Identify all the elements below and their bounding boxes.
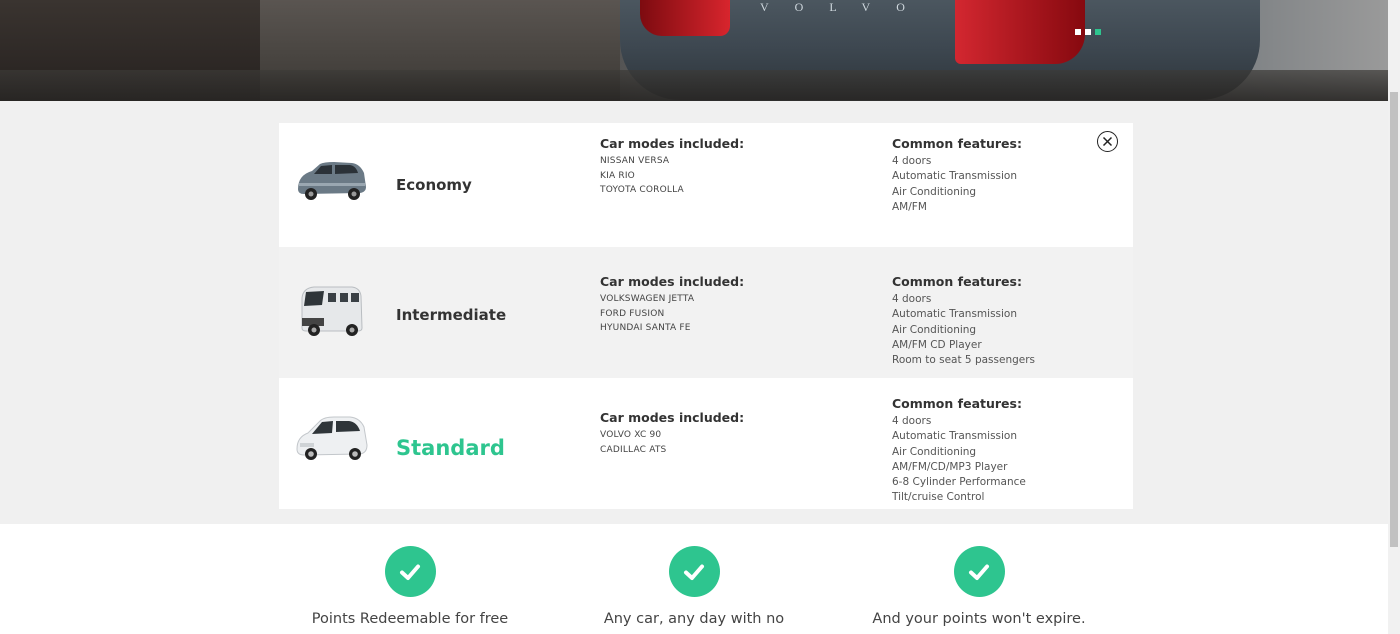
feature-item: Automatic Transmission — [892, 308, 1018, 321]
features-list-standard: Common features: 4 doors Automatic Trans… — [892, 396, 1026, 506]
models-list-standard: Car modes included: VOLVO XC 90 CADILLAC… — [600, 410, 744, 457]
features-list-economy: Common features: 4 doors Automatic Trans… — [892, 136, 1022, 215]
category-name-economy[interactable]: Economy — [396, 176, 472, 194]
models-heading: Car modes included: — [600, 410, 745, 425]
feature-item: 6-8 Cylinder Performance — [892, 476, 1026, 489]
benefit-text: And your points won't expire. — [872, 611, 1086, 627]
check-icon — [953, 546, 1005, 597]
category-row-standard[interactable]: Standard Car modes included: VOLVO XC 90… — [279, 378, 1133, 509]
category-row-intermediate[interactable]: Intermediate Car modes included: VOLKSWA… — [279, 247, 1133, 378]
feature-item: AM/FM — [892, 200, 927, 213]
features-heading: Common features: — [892, 136, 1022, 151]
hero-taillight-right — [955, 0, 1085, 64]
feature-item: Air Conditioning — [892, 323, 977, 336]
scrollbar-thumb[interactable] — [1390, 92, 1398, 547]
feature-item: AM/FM/CD/MP3 Player — [892, 460, 1008, 473]
page-scrollbar[interactable] — [1388, 0, 1400, 634]
benefit-item: And your points won't expire. — [834, 546, 1124, 627]
feature-item: Air Conditioning — [892, 185, 977, 198]
feature-item: 4 doors — [892, 415, 932, 427]
model-item: NISSAN VERSA — [600, 156, 670, 166]
hero-car-brand: VOLVO — [760, 0, 931, 14]
slider-dot-2[interactable] — [1085, 29, 1091, 35]
slider-dot-1[interactable] — [1075, 29, 1081, 35]
slider-dots — [1075, 29, 1101, 35]
close-button[interactable] — [1097, 131, 1118, 152]
features-list-intermediate: Common features: 4 doors Automatic Trans… — [892, 274, 1035, 368]
slider-dot-3[interactable] — [1095, 29, 1101, 35]
model-item: VOLKSWAGEN JETTA — [600, 294, 695, 304]
benefit-item: Any car, any day with no — [549, 546, 839, 627]
hero-taillight-left — [640, 0, 730, 36]
model-item: FORD FUSION — [600, 308, 665, 319]
model-item: CADILLAC ATS — [600, 444, 667, 455]
category-name-standard[interactable]: Standard — [396, 436, 505, 460]
economy-car-image — [298, 162, 366, 200]
models-list-intermediate: Car modes included: VOLKSWAGEN JETTA FOR… — [600, 274, 744, 336]
benefit-text: Points Redeemable for free — [311, 611, 509, 627]
category-name-intermediate[interactable]: Intermediate — [396, 306, 506, 324]
standard-car-image — [296, 416, 368, 460]
feature-item: Automatic Transmission — [892, 170, 1018, 183]
model-item: KIA RIO — [600, 170, 635, 181]
close-icon — [1102, 136, 1113, 147]
feature-item: 4 doors — [892, 155, 932, 167]
feature-item: Room to seat 5 passengers — [892, 354, 1036, 367]
hero-ground — [0, 70, 1388, 101]
check-icon — [384, 546, 436, 597]
feature-item: Air Conditioning — [892, 445, 977, 458]
model-item: HYUNDAI SANTA FE — [600, 323, 691, 334]
category-row-economy[interactable]: Economy Car modes included: NISSAN VERSA… — [279, 123, 1133, 247]
model-item: VOLVO XC 90 — [600, 430, 662, 440]
feature-item: AM/FM CD Player — [892, 338, 982, 351]
models-heading: Car modes included: — [600, 136, 745, 151]
features-heading: Common features: — [892, 274, 1022, 289]
check-icon — [668, 546, 720, 597]
feature-item: 4 doors — [892, 293, 932, 305]
intermediate-car-image — [301, 286, 363, 336]
feature-item: Automatic Transmission — [892, 430, 1018, 443]
features-heading: Common features: — [892, 396, 1022, 411]
benefit-item: Points Redeemable for free — [265, 546, 555, 627]
model-item: TOYOTA COROLLA — [600, 185, 684, 196]
hero-banner: VOLVO — [0, 0, 1388, 101]
models-heading: Car modes included: — [600, 274, 745, 289]
benefit-text: Any car, any day with no — [603, 611, 785, 627]
feature-item: Tilt/cruise Control — [892, 491, 985, 504]
models-list-economy: Car modes included: NISSAN VERSA KIA RIO… — [600, 136, 744, 198]
